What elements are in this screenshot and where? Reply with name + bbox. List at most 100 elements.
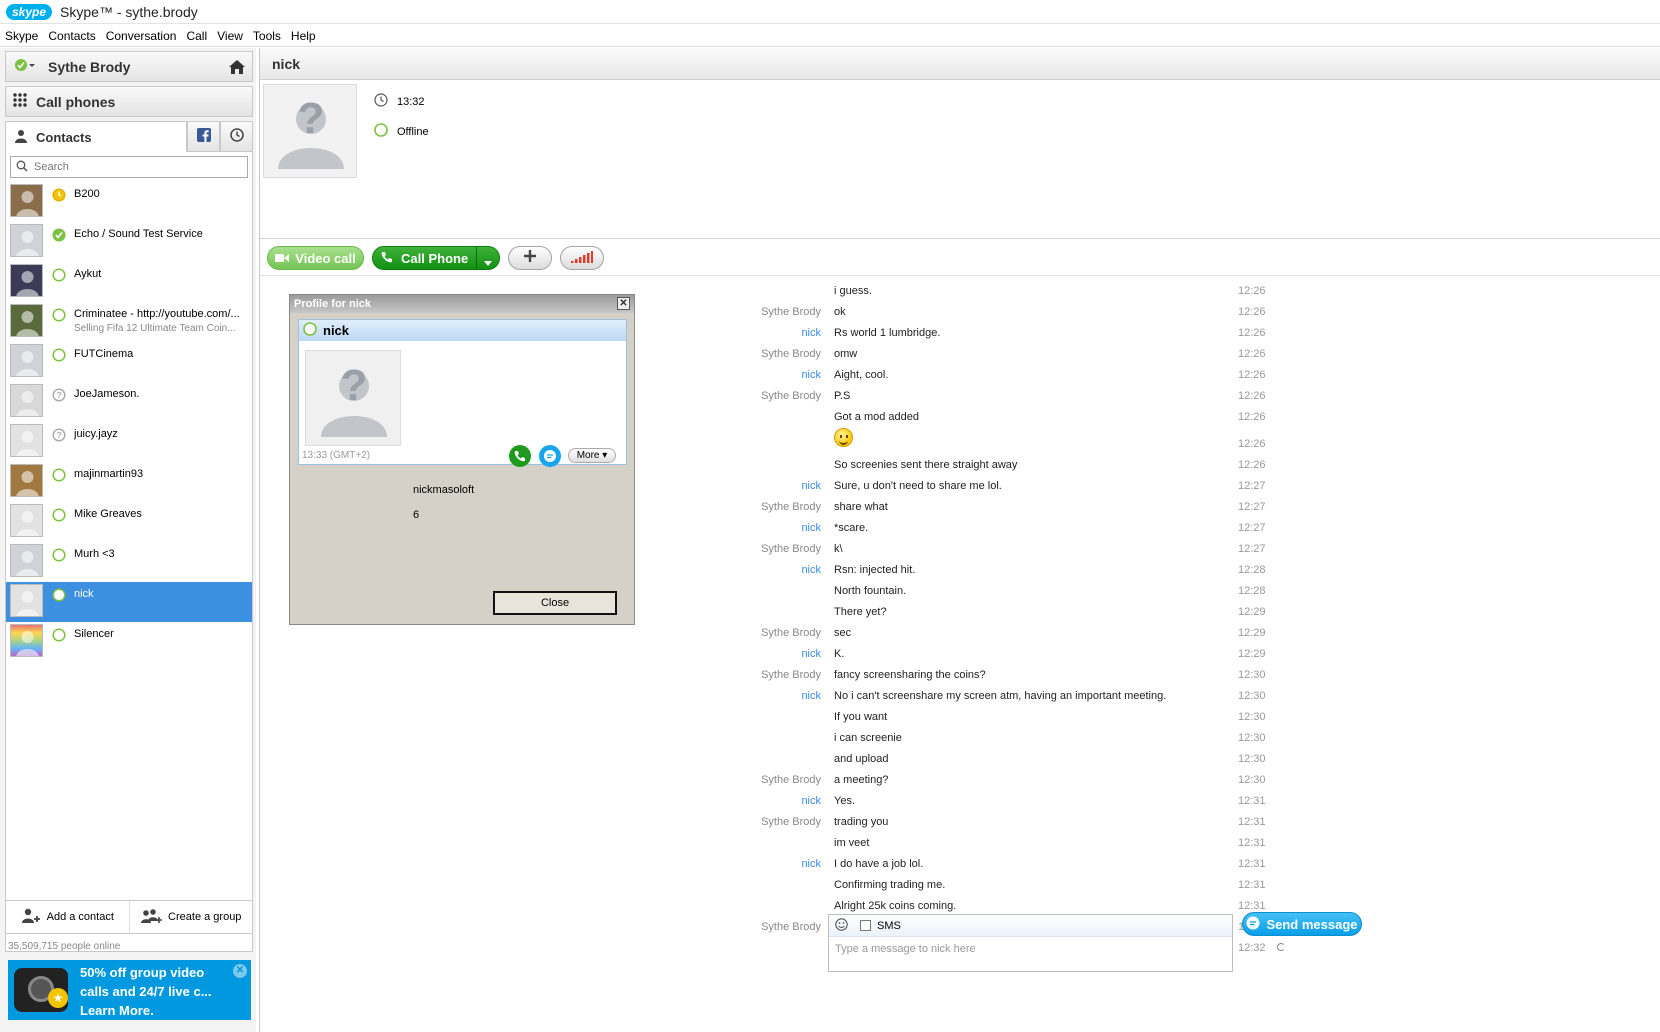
contact-item[interactable]: Silencer — [6, 622, 252, 662]
search-icon — [16, 160, 28, 175]
facebook-icon — [196, 128, 211, 145]
menu-tools[interactable]: Tools — [248, 29, 286, 43]
online-status-icon[interactable] — [14, 58, 36, 75]
menu-call[interactable]: Call — [181, 29, 212, 43]
contact-name: Criminatee - http://youtube.com/... — [74, 308, 240, 320]
online-count: 35,509,715 people online — [8, 941, 121, 952]
message-time: 12:29 — [1238, 648, 1266, 660]
offline-status-icon — [303, 322, 317, 339]
message-sender[interactable]: nick — [691, 795, 821, 807]
person-icon — [14, 129, 28, 146]
create-group-button[interactable]: Create a group — [130, 901, 253, 933]
message-sender[interactable]: Sythe Brody — [691, 627, 821, 639]
message-sender[interactable]: nick — [691, 690, 821, 702]
message-sender[interactable]: nick — [691, 480, 821, 492]
message-sender[interactable]: nick — [691, 327, 821, 339]
video-call-button[interactable]: Video call — [267, 246, 364, 270]
contact-item[interactable]: Murh <3 — [6, 542, 252, 582]
contact-item[interactable]: FUTCinema — [6, 342, 252, 382]
call-phone-button[interactable]: Call Phone — [372, 246, 500, 270]
menu-help[interactable]: Help — [286, 29, 321, 43]
message-text: k\ — [834, 543, 843, 555]
message-sender[interactable]: Sythe Brody — [691, 921, 821, 933]
contact-item[interactable]: majinmartin93 — [6, 462, 252, 502]
message-time: 12:30 — [1238, 711, 1266, 723]
message-sender[interactable]: Sythe Brody — [691, 348, 821, 360]
menu-conversation[interactable]: Conversation — [101, 29, 182, 43]
message-input[interactable]: Type a message to nick here — [835, 943, 976, 955]
contact-name: nick — [74, 588, 94, 600]
close-button[interactable]: Close — [493, 591, 617, 615]
search-input[interactable] — [34, 161, 234, 173]
dialog-titlebar[interactable]: Profile for nick ✕ — [290, 295, 634, 313]
message-time: 12:26 — [1238, 438, 1266, 450]
call-button[interactable] — [509, 445, 531, 467]
call-quality-button[interactable] — [560, 246, 604, 270]
contact-list-panel: B200 Echo / Sound Test Service Aykut Crimin… — [5, 152, 253, 952]
message-sender[interactable]: nick — [691, 648, 821, 660]
close-promo-icon[interactable]: ✕ — [233, 964, 247, 978]
message-sender[interactable]: Sythe Brody — [691, 816, 821, 828]
contact-item[interactable]: nick — [6, 582, 252, 622]
call-phones-button[interactable]: Call phones — [5, 86, 253, 117]
chevron-down-icon[interactable] — [483, 255, 493, 270]
close-icon[interactable]: ✕ — [617, 297, 630, 310]
home-icon[interactable] — [228, 58, 246, 79]
add-participant-button[interactable] — [508, 246, 552, 270]
tab-recent[interactable] — [220, 121, 253, 152]
contact-name: majinmartin93 — [74, 468, 144, 480]
message-sender[interactable]: Sythe Brody — [691, 390, 821, 402]
local-time: 13:32 — [397, 95, 425, 108]
emoticon-icon[interactable] — [835, 917, 848, 934]
sms-checkbox[interactable] — [860, 920, 871, 931]
contact-item[interactable]: ? JoeJameson. — [6, 382, 252, 422]
message-text: ok — [834, 306, 846, 318]
add-contact-button[interactable]: Add a contact — [6, 901, 130, 933]
contact-item[interactable]: B200 — [6, 182, 252, 222]
message-sender[interactable]: Sythe Brody — [691, 306, 821, 318]
send-message-button[interactable]: Send message — [1242, 912, 1362, 936]
message-text: If you want — [834, 711, 888, 723]
more-dropdown[interactable]: More ▾ — [568, 448, 616, 463]
contact-name: Mike Greaves — [74, 508, 142, 520]
message-time: 12:31 — [1238, 879, 1266, 891]
menu-skype[interactable]: Skype — [0, 29, 43, 43]
sms-label: SMS — [877, 919, 901, 932]
promo-line2: calls and 24/7 live c... — [80, 984, 212, 999]
message-time: 12:26 — [1238, 285, 1266, 297]
conversation-header: nick — [260, 48, 1660, 80]
tab-contacts[interactable]: Contacts — [5, 121, 187, 152]
promo-banner[interactable]: ★ 50% off group video calls and 24/7 liv… — [8, 960, 251, 1020]
menu-view[interactable]: View — [212, 29, 248, 43]
tab-facebook[interactable] — [187, 121, 220, 152]
menu-contacts[interactable]: Contacts — [43, 29, 100, 43]
message-sender[interactable]: Sythe Brody — [691, 543, 821, 555]
message-sender[interactable]: Sythe Brody — [691, 774, 821, 786]
profile-dialog: Profile for nick ✕ nick ? 13:33 (GMT+2) … — [289, 294, 635, 625]
contact-item[interactable]: Criminatee - http://youtube.com/... Selli… — [6, 302, 252, 342]
message-sender[interactable]: Sythe Brody — [691, 669, 821, 681]
message-text: and upload — [834, 753, 889, 765]
message-sender[interactable]: Sythe Brody — [691, 501, 821, 513]
contact-item[interactable]: ? juicy.jayz — [6, 422, 252, 462]
search-box[interactable] — [10, 156, 248, 178]
message-sender[interactable]: nick — [691, 858, 821, 870]
user-status-bar[interactable]: Sythe Brody — [5, 51, 253, 82]
message-sender[interactable]: nick — [691, 369, 821, 381]
contact-item[interactable]: Aykut — [6, 262, 252, 302]
message-time: 12:26 — [1238, 369, 1266, 381]
contact-item[interactable]: Echo / Sound Test Service — [6, 222, 252, 262]
promo-line3[interactable]: Learn More. — [80, 1001, 212, 1020]
contact-avatar[interactable]: ? — [263, 84, 357, 178]
contact-item[interactable]: Mike Greaves — [6, 502, 252, 542]
message-sender[interactable]: nick — [691, 522, 821, 534]
contact-avatar — [10, 304, 43, 337]
message-sender[interactable]: nick — [691, 564, 821, 576]
user-name: Sythe Brody — [48, 58, 131, 75]
skype-logo: skype — [6, 3, 53, 20]
chat-button[interactable] — [539, 445, 561, 467]
contacts-tab-label: Contacts — [36, 129, 92, 145]
title-bar: skype Skype™ - sythe.brody — [0, 0, 1660, 24]
message-text: Got a mod added — [834, 411, 920, 423]
message-time: 12:32 — [1238, 942, 1266, 954]
